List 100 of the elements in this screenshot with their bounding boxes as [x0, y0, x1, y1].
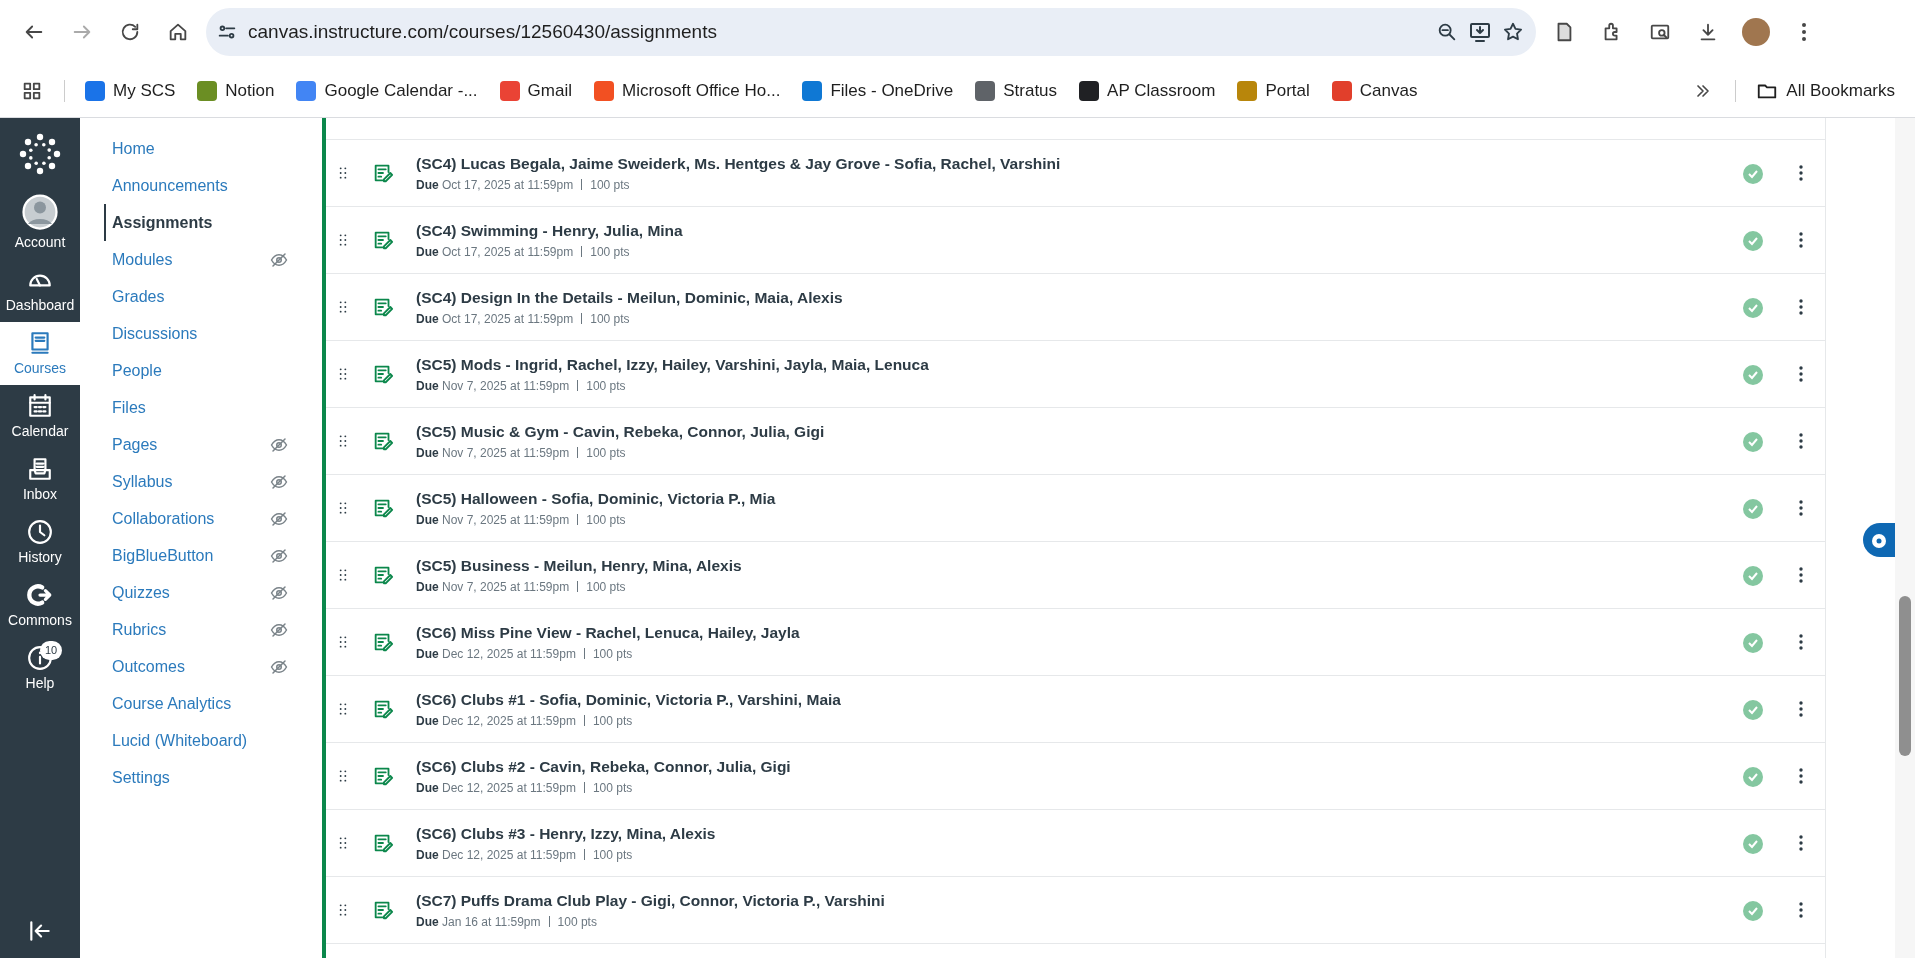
- assignment-title[interactable]: (SC6) Clubs #1 - Sofia, Dominic, Victoria P., Varshini, Maia: [416, 688, 1729, 712]
- commons-icon: [27, 582, 53, 608]
- course-nav-link[interactable]: Collaborations: [104, 500, 221, 537]
- course-nav-link[interactable]: Announcements: [104, 167, 234, 204]
- home-icon: [167, 21, 189, 43]
- more-options-icon: [1798, 566, 1804, 584]
- reload-icon: [119, 21, 141, 43]
- bookmark[interactable]: Canvas: [1323, 73, 1426, 108]
- course-nav-link[interactable]: Modules: [104, 241, 179, 278]
- bookmark[interactable]: My SCS: [77, 73, 184, 108]
- assignment-title[interactable]: (SC4) Lucas Begala, Jaime Sweiderk, Ms. Hentges & Jay Grove - Sofia, Rachel, Varshini: [416, 152, 1729, 176]
- points: 100 pts: [590, 176, 630, 194]
- global-nav-item[interactable]: Courses: [0, 322, 80, 385]
- inbox-icon: [27, 456, 53, 482]
- calendar-icon: [27, 393, 53, 419]
- assignment-title[interactable]: (SC5) Music & Gym - Cavin, Rebeka, Connor, Julia, Gigi: [416, 420, 1729, 444]
- collapse-nav-icon[interactable]: [27, 918, 53, 944]
- points: 100 pts: [590, 243, 630, 261]
- due-date: Due Nov 7, 2025 at 11:59pm: [416, 377, 570, 395]
- course-nav-link[interactable]: Quizzes: [104, 574, 176, 611]
- bookmark[interactable]: AP Classroom: [1071, 73, 1224, 108]
- assignment-icon: [372, 564, 394, 586]
- all-bookmarks-button[interactable]: All Bookmarks: [1748, 73, 1903, 108]
- account-icon: [22, 194, 58, 230]
- assignment-title[interactable]: (SC5) Mods - Ingrid, Rachel, Izzy, Hailey, Varshini, Jayla, Maia, Lenuca: [416, 353, 1729, 377]
- course-nav-link[interactable]: People: [104, 352, 168, 389]
- global-nav-item[interactable]: Dashboard: [0, 259, 80, 322]
- due-date: Due Oct 17, 2025 at 11:59pm: [416, 243, 574, 261]
- course-nav-link[interactable]: Assignments: [104, 204, 219, 241]
- course-nav-link[interactable]: BigBlueButton: [104, 537, 220, 574]
- address-bar[interactable]: canvas.instructure.com/courses/12560430/assignments: [206, 8, 1536, 56]
- assignment-icon: [372, 229, 394, 251]
- bookmark[interactable]: Google Calendar -...: [288, 73, 486, 108]
- logo-icon[interactable]: [18, 132, 62, 176]
- course-nav-link[interactable]: Lucid (Whiteboard): [104, 722, 254, 759]
- assignment-title[interactable]: (SC4) Design In the Details - Meilun, Dominic, Maia, Alexis: [416, 286, 1729, 310]
- help-tab-button[interactable]: [1863, 523, 1895, 557]
- course-nav-link[interactable]: Rubrics: [104, 611, 173, 648]
- zoom-icon[interactable]: [1436, 21, 1458, 43]
- due-date: Due Dec 12, 2025 at 11:59pm: [416, 846, 576, 864]
- assignment-icon: [372, 631, 394, 653]
- due-date: Due Jan 16 at 11:59pm: [416, 913, 541, 931]
- bookmark[interactable]: Files - OneDrive: [794, 73, 962, 108]
- more-options-icon: [1798, 365, 1804, 383]
- bookmark[interactable]: Notion: [189, 73, 283, 108]
- course-nav-link[interactable]: Outcomes: [104, 648, 191, 685]
- assignment-title[interactable]: (SC6) Clubs #2 - Cavin, Rebeka, Connor, Julia, Gigi: [416, 755, 1729, 779]
- assignment-icon: [372, 497, 394, 519]
- points: 100 pts: [586, 578, 626, 596]
- due-date: Due Nov 7, 2025 at 11:59pm: [416, 511, 570, 529]
- assignment-title[interactable]: (SC5) Halloween - Sofia, Dominic, Victoria P., Mia: [416, 487, 1729, 511]
- star-icon[interactable]: [1502, 21, 1524, 43]
- points: 100 pts: [592, 645, 633, 663]
- assignment-icon: [372, 899, 394, 921]
- install-app-icon[interactable]: [1468, 20, 1492, 44]
- more-options-icon: [1798, 164, 1804, 182]
- assignment-icon: [372, 765, 394, 787]
- bookmark[interactable]: Portal: [1229, 73, 1318, 108]
- bookmark[interactable]: Microsoft Office Ho...: [586, 73, 789, 108]
- global-nav-item[interactable]: Calendar: [0, 385, 80, 448]
- global-nav-item[interactable]: History: [0, 511, 80, 574]
- history-icon: [27, 519, 53, 545]
- assignment-icon: [372, 296, 394, 318]
- course-nav-link[interactable]: Syllabus: [104, 463, 179, 500]
- assignment-title[interactable]: (SC5) Business - Meilun, Henry, Mina, Alexis: [416, 554, 1729, 578]
- more-options-icon: [1798, 767, 1804, 785]
- bookmark[interactable]: Gmail: [491, 73, 580, 108]
- more-options-icon: [1798, 298, 1804, 316]
- notification-badge: 10: [40, 641, 63, 660]
- points: 100 pts: [592, 779, 633, 797]
- global-nav-item[interactable]: Help 10: [0, 637, 80, 700]
- course-nav-link[interactable]: Grades: [104, 278, 171, 315]
- global-nav-item[interactable]: Inbox: [0, 448, 80, 511]
- assignment-icon: [372, 832, 394, 854]
- help-icon: [1871, 532, 1887, 549]
- course-nav-link[interactable]: Settings: [104, 759, 176, 796]
- due-date: Due Dec 12, 2025 at 11:59pm: [416, 645, 576, 663]
- points: 100 pts: [586, 377, 626, 395]
- bookmark[interactable]: Stratus: [967, 73, 1066, 108]
- course-nav-link[interactable]: Files: [104, 389, 152, 426]
- more-options-icon: [1798, 432, 1804, 450]
- course-nav-link[interactable]: Discussions: [104, 315, 204, 352]
- due-date: Due Nov 7, 2025 at 11:59pm: [416, 444, 570, 462]
- course-nav-link[interactable]: Home: [104, 130, 161, 167]
- points: 100 pts: [592, 846, 633, 864]
- points: 100 pts: [586, 444, 626, 462]
- assignment-icon: [372, 363, 394, 385]
- assignment-title[interactable]: (SC6) Miss Pine View - Rachel, Lenuca, Hailey, Jayla: [416, 621, 1729, 645]
- assignment-title[interactable]: (SC4) Swimming - Henry, Julia, Mina: [416, 219, 1729, 243]
- assignment-title[interactable]: (SC6) Clubs #3 - Henry, Izzy, Mina, Alexis: [416, 822, 1729, 846]
- assignment-icon: [372, 430, 394, 452]
- scrollbar-thumb[interactable]: [1899, 596, 1911, 756]
- more-options-icon: [1798, 231, 1804, 249]
- assignment-title[interactable]: (SC7) Puffs Drama Club Play - Gigi, Connor, Victoria P., Varshini: [416, 889, 1729, 913]
- more-options-icon: [1798, 901, 1804, 919]
- assignment-icon: [372, 698, 394, 720]
- course-nav-link[interactable]: Course Analytics: [104, 685, 238, 722]
- global-nav-item[interactable]: Commons: [0, 574, 80, 637]
- global-nav-item[interactable]: Account: [0, 186, 80, 259]
- course-nav-link[interactable]: Pages: [104, 426, 164, 463]
